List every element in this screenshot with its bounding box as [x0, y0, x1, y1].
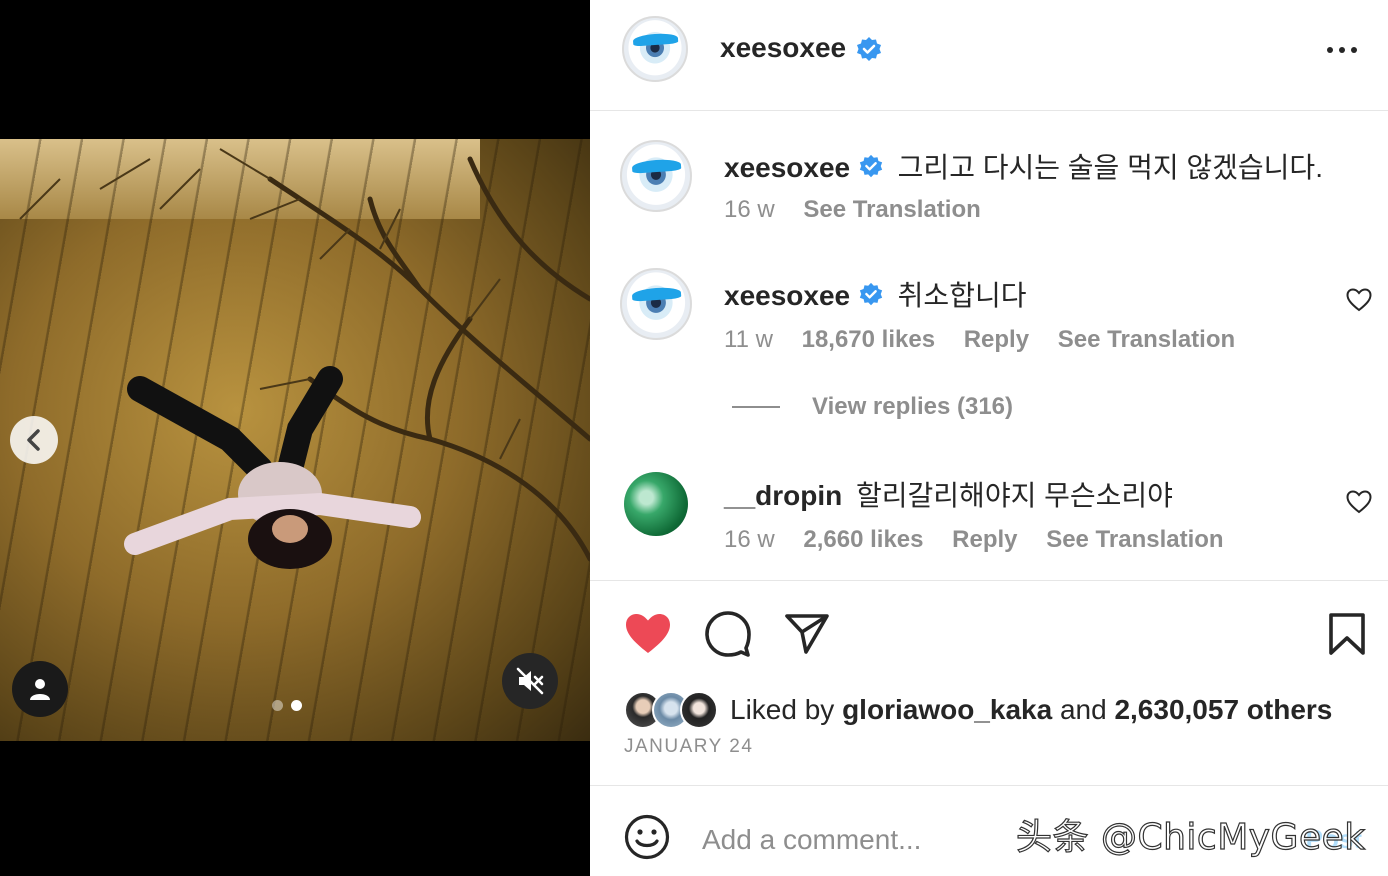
liked-by-others[interactable]: 2,630,057 others [1114, 694, 1332, 726]
comment-likes[interactable]: 2,660 likes [803, 526, 923, 553]
comment-avatar[interactable] [620, 140, 692, 212]
heart-outline-icon[interactable] [1346, 288, 1372, 312]
comment-username[interactable]: __dropin [724, 480, 842, 511]
liked-by-prefix: Liked by [730, 694, 835, 725]
comment-avatar[interactable] [624, 472, 688, 536]
tagged-users-button[interactable] [12, 661, 68, 717]
comment-time[interactable]: 16 w [724, 526, 775, 553]
muted-speaker-icon [516, 667, 544, 695]
carousel-dot [272, 700, 283, 711]
liker-avatar[interactable] [680, 691, 718, 729]
post-photo[interactable] [0, 139, 590, 741]
reply-button[interactable]: Reply [964, 326, 1029, 353]
post-header: xeesoxee [590, 0, 1388, 111]
more-icon [1327, 47, 1333, 53]
post-date[interactable]: JANUARY 24 [624, 736, 753, 758]
author-avatar[interactable] [622, 16, 688, 82]
share-icon[interactable] [784, 612, 830, 656]
see-translation-link[interactable]: See Translation [1058, 326, 1235, 353]
verified-icon [856, 36, 881, 61]
comment-icon[interactable] [704, 610, 752, 658]
emoji-icon[interactable] [624, 814, 670, 860]
photo-branches [19, 148, 590, 569]
audio-toggle-button[interactable] [502, 653, 558, 709]
verified-icon [859, 154, 883, 177]
comment-text: 취소합니다 [897, 280, 1027, 311]
user-tag-icon [30, 679, 50, 700]
heart-filled-icon[interactable] [624, 612, 672, 656]
post-details-panel: xeesoxee xeesoxee 그리고 다시는 술을 먹지 않겠습니다. 1… [590, 0, 1388, 876]
see-translation-link[interactable]: See Translation [1046, 526, 1223, 553]
comment-avatar[interactable] [620, 268, 692, 340]
previous-slide-button[interactable] [10, 416, 58, 464]
comment-text: 할리갈리해야지 무슨소리야 [856, 480, 1173, 511]
likes-summary: Liked by gloriawoo_kaka and 2,630,057 ot… [624, 688, 1332, 732]
comment-username[interactable]: xeesoxee [724, 152, 850, 183]
comment-time[interactable]: 11 w [724, 326, 773, 353]
watermark: 头条 @ChicMyGeek [1015, 816, 1366, 858]
more-options-button[interactable] [1324, 38, 1360, 62]
media-viewer [0, 0, 590, 876]
liked-by-user[interactable]: gloriawoo_kaka [842, 694, 1052, 726]
author-name-row: xeesoxee [720, 32, 883, 64]
view-replies-label: View replies (316) [812, 393, 1013, 420]
comment-likes[interactable]: 18,670 likes [802, 326, 935, 353]
see-translation-link[interactable]: See Translation [803, 196, 980, 223]
comment-text: 그리고 다시는 술을 먹지 않겠습니다. [897, 152, 1323, 183]
verified-icon [859, 282, 883, 305]
bookmark-icon[interactable] [1328, 612, 1366, 656]
comment-username[interactable]: xeesoxee [724, 280, 850, 311]
heart-outline-icon[interactable] [1346, 490, 1372, 514]
liker-avatars [624, 691, 718, 729]
comment-time[interactable]: 16 w [724, 196, 775, 223]
liked-by-mid: and [1059, 694, 1107, 725]
author-username[interactable]: xeesoxee [720, 32, 846, 63]
carousel-dot-active [291, 700, 302, 711]
view-replies-button[interactable]: View replies (316) [732, 393, 1013, 421]
carousel-indicator [272, 700, 302, 711]
chevron-left-icon [27, 429, 40, 451]
reply-button[interactable]: Reply [952, 526, 1017, 553]
